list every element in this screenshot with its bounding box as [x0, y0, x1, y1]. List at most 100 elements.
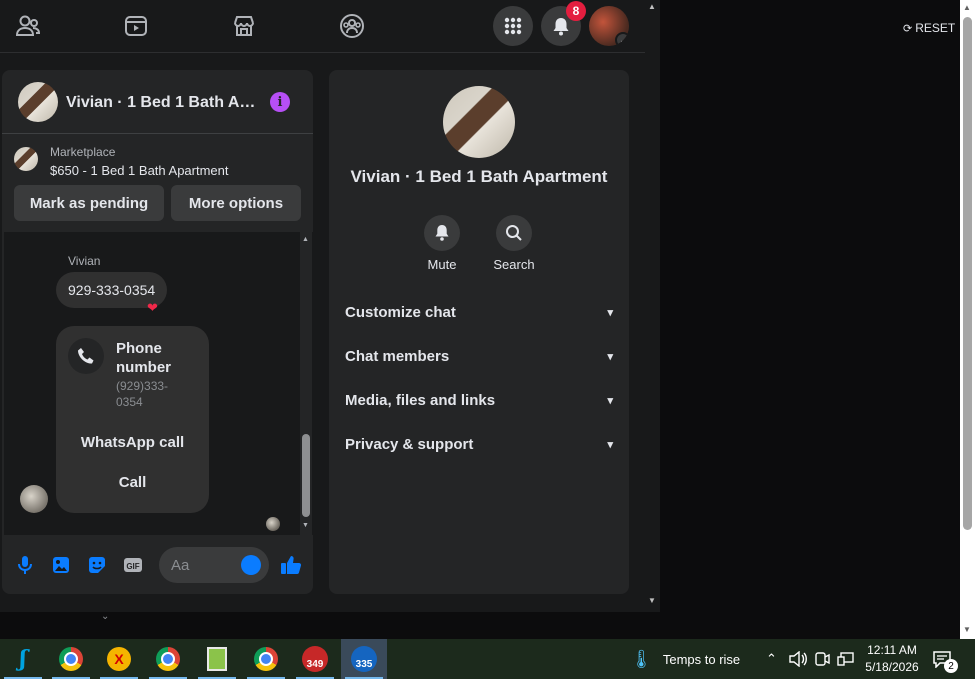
network-icon[interactable]	[837, 639, 855, 679]
search-button[interactable]: Search	[484, 215, 544, 272]
marketplace-icon[interactable]	[230, 12, 258, 40]
chat-avatar[interactable]	[18, 82, 58, 122]
svg-text:GIF: GIF	[126, 562, 139, 571]
refresh-icon: ⟳	[903, 23, 913, 35]
conversation-name: Vivian · 1 Bed 1 Bath Apartment	[350, 167, 608, 186]
windows-taskbar: ʃ X 349 335 🌡 Temps to rise ⌃ 12:11 AM 5…	[0, 639, 975, 679]
privacy-support-label: Privacy & support	[345, 435, 474, 453]
heart-reaction-icon[interactable]: ❤	[147, 300, 158, 316]
taskbar-chrome-3[interactable]	[243, 639, 289, 679]
search-label: Search	[493, 257, 535, 272]
menu-grid-button[interactable]	[493, 6, 533, 46]
marketplace-label: Marketplace	[50, 145, 116, 159]
emoji-icon[interactable]	[241, 555, 261, 575]
microphone-icon[interactable]	[14, 554, 36, 576]
scroll-up-arrow[interactable]: ▲	[648, 2, 656, 11]
scroll-down-arrow[interactable]: ▼	[302, 522, 309, 529]
watch-icon[interactable]	[122, 12, 150, 40]
message-list[interactable]: Vivian 929-333-0354 ❤ Phone number (929)…	[2, 232, 313, 535]
taskbar-chrome-1[interactable]	[48, 639, 94, 679]
chat-window: Vivian · 1 Bed 1 Bath Apartment i Market…	[2, 70, 313, 594]
photo-icon[interactable]	[50, 554, 72, 576]
taskbar-notepad[interactable]	[194, 639, 240, 679]
taskbar-chrome-2[interactable]	[145, 639, 191, 679]
browser-scrollbar[interactable]: ▲ ▼	[960, 0, 975, 639]
system-clock[interactable]: 12:11 AM 5/18/2026	[862, 642, 922, 676]
thumbs-up-icon[interactable]	[280, 554, 302, 576]
whatsapp-call-button[interactable]: WhatsApp call	[66, 426, 199, 458]
notepad-icon	[207, 647, 227, 671]
taskbar-app-s[interactable]: ʃ	[0, 639, 46, 679]
bell-icon	[424, 215, 460, 251]
sender-avatar	[20, 485, 48, 513]
sticker-icon[interactable]	[86, 554, 108, 576]
show-hidden-icons[interactable]: ⌃	[766, 639, 777, 679]
chevron-down-icon: ⌄	[615, 32, 629, 46]
scroll-down-arrow[interactable]: ▼	[963, 625, 971, 634]
mark-as-pending-button[interactable]: Mark as pending	[14, 185, 164, 221]
chrome-icon	[59, 647, 83, 671]
bell-icon	[553, 18, 569, 36]
volume-icon[interactable]	[789, 639, 807, 679]
account-avatar[interactable]: ⌄	[589, 6, 629, 46]
chevron-down-icon: ▾	[607, 306, 613, 319]
meet-icon[interactable]	[814, 639, 830, 679]
chat-info-panel: Vivian · 1 Bed 1 Bath Apartment Mute Sea…	[329, 70, 629, 594]
conversation-avatar[interactable]	[443, 86, 515, 158]
app-badge-icon: 335	[351, 646, 377, 672]
seen-avatar	[266, 517, 280, 531]
x-app-icon: X	[107, 647, 131, 671]
more-options-button[interactable]: More options	[171, 185, 301, 221]
scrollbar-thumb[interactable]	[963, 17, 972, 530]
chevron-down-icon: ⌄	[101, 611, 110, 622]
scrollbar-thumb[interactable]	[302, 434, 310, 517]
chrome-icon	[254, 647, 278, 671]
message-scrollbar[interactable]: ▲ ▼	[300, 232, 312, 535]
search-icon	[496, 215, 532, 251]
clock-date: 5/18/2026	[865, 660, 919, 674]
page-scrollbar[interactable]: ▲ ▼	[645, 0, 660, 612]
chrome-icon	[156, 647, 180, 671]
top-navigation-bar: 8 ⌄	[0, 0, 645, 53]
chat-members-row[interactable]: Chat members ▾	[345, 342, 613, 370]
privacy-support-row[interactable]: Privacy & support ▾	[345, 430, 613, 458]
chevron-down-icon: ▾	[607, 438, 613, 451]
customize-chat-label: Customize chat	[345, 303, 456, 321]
scroll-down-arrow[interactable]: ▼	[648, 596, 656, 605]
action-center-button[interactable]: 2	[932, 639, 958, 679]
gif-icon[interactable]: GIF	[122, 554, 144, 576]
message-placeholder: Aa	[171, 557, 190, 574]
mute-button[interactable]: Mute	[412, 215, 472, 272]
listing-price-title: $650 - 1 Bed 1 Bath Apartment	[50, 163, 229, 178]
reset-label: RESET	[915, 21, 956, 35]
messenger-app: 8 ⌄ Vivian · 1 Bed 1 Bath Apartment i Ma…	[0, 0, 645, 612]
media-files-links-row[interactable]: Media, files and links ▾	[345, 386, 613, 414]
taskbar-app-335[interactable]: 335	[341, 639, 387, 679]
taskbar-app-x[interactable]: X	[96, 639, 142, 679]
call-button[interactable]: Call	[66, 466, 199, 498]
chat-members-label: Chat members	[345, 347, 450, 365]
thermometer-icon: 🌡	[630, 648, 653, 669]
message-input[interactable]: Aa	[159, 547, 269, 583]
sender-name: Vivian	[68, 254, 101, 268]
grid-icon	[504, 17, 522, 35]
groups-icon[interactable]	[338, 12, 366, 40]
customize-chat-row[interactable]: Customize chat ▾	[345, 298, 613, 326]
notification-badge: 8	[566, 1, 586, 21]
friends-icon[interactable]	[14, 12, 42, 40]
media-files-links-label: Media, files and links	[345, 391, 496, 409]
chevron-down-icon: ▾	[607, 350, 613, 363]
info-icon[interactable]: i	[270, 92, 290, 112]
listing-thumbnail	[14, 147, 38, 171]
chevron-down-icon: ▾	[607, 394, 613, 407]
weather-text: Temps to rise	[662, 651, 741, 667]
chat-title[interactable]: Vivian · 1 Bed 1 Bath Apartment	[66, 94, 256, 112]
scroll-up-arrow[interactable]: ▲	[963, 3, 971, 12]
scroll-up-arrow[interactable]: ▲	[302, 236, 309, 243]
reset-button[interactable]: ⟳ RESET	[903, 21, 955, 35]
phone-card-number: (929)333-0354	[116, 379, 169, 409]
taskbar-app-349[interactable]: 349	[292, 639, 338, 679]
marketplace-listing[interactable]: Marketplace $650 - 1 Bed 1 Bath Apartmen…	[2, 135, 313, 185]
phone-number-card: Phone number (929)333-0354 WhatsApp call…	[56, 326, 209, 513]
weather-widget[interactable]: 🌡 Temps to rise	[630, 639, 740, 679]
